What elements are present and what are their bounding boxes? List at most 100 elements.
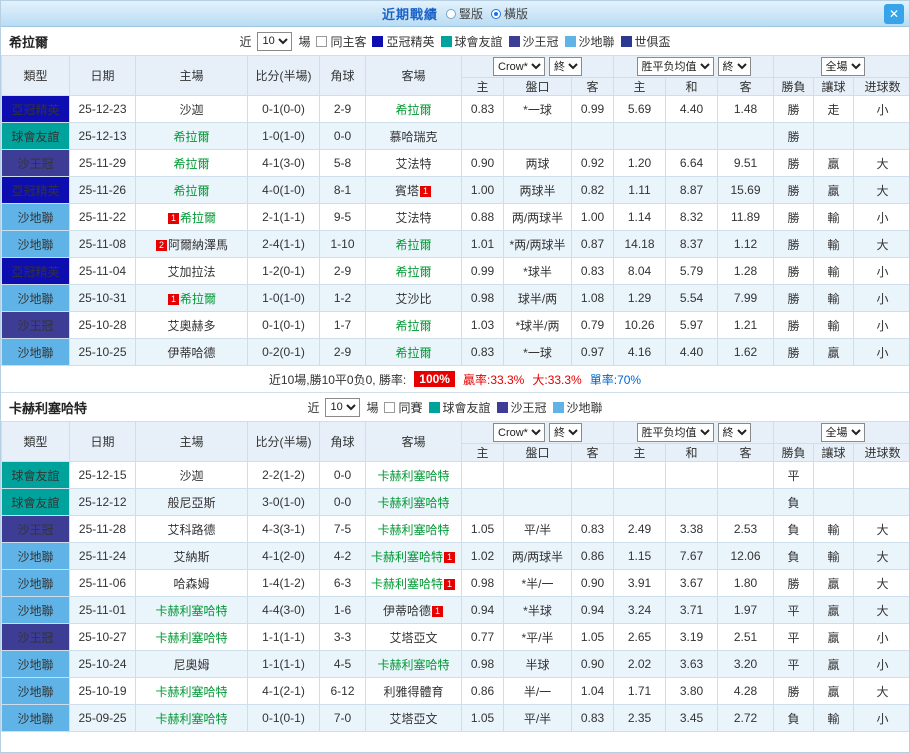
league-filter-checkbox[interactable]: 球會友誼 [441, 33, 503, 50]
odds-source-select[interactable]: Crow* [493, 423, 545, 442]
close-button[interactable]: ✕ [884, 4, 904, 24]
header-score: 比分(半場) [248, 422, 320, 462]
handicap-result-cell: 贏 [814, 624, 854, 651]
away-team-name: 卡赫利塞哈特 [371, 550, 443, 564]
odds-time-select[interactable]: 終 [549, 423, 582, 442]
subheader-goals-result: 进球数 [854, 78, 910, 96]
layout-horizontal-radio[interactable]: 橫版 [491, 5, 528, 22]
handicap-result-cell: 輸 [814, 543, 854, 570]
wdl-home-cell: 3.91 [614, 570, 666, 597]
home-team-cell: 卡赫利塞哈特 [136, 705, 248, 732]
league-filter-checkbox[interactable]: 沙王冠 [497, 399, 547, 416]
league-filter-label: 沙王冠 [523, 33, 559, 50]
wdl-away-cell [718, 489, 774, 516]
league-type-cell: 沙地聯 [2, 570, 70, 597]
handicap-cell [504, 123, 572, 150]
league-filter-label: 球會友誼 [455, 33, 503, 50]
date-cell: 25-12-12 [70, 489, 136, 516]
date-cell: 25-11-04 [70, 258, 136, 285]
home-team-cell: 般尼亞斯 [136, 489, 248, 516]
handicap-cell: *两/两球半 [504, 231, 572, 258]
odds-time-select[interactable]: 終 [549, 57, 582, 76]
wdl-draw-cell: 3.71 [666, 597, 718, 624]
wdl-away-cell: 1.12 [718, 231, 774, 258]
league-type-cell: 沙王冠 [2, 150, 70, 177]
layout-vertical-radio[interactable]: 豎版 [446, 5, 483, 22]
league-filter-checkbox[interactable]: 沙地聯 [565, 33, 615, 50]
header-wdl-group: 胜平负均值終 [614, 56, 774, 78]
result-cell: 負 [774, 543, 814, 570]
league-filter-checkbox[interactable]: 球會友誼 [429, 399, 491, 416]
wdl-draw-cell: 6.64 [666, 150, 718, 177]
odds-away-cell: 0.90 [572, 651, 614, 678]
date-cell: 25-10-25 [70, 339, 136, 366]
subheader-wdl-draw: 和 [666, 78, 718, 96]
match-row: 球會友誼25-12-12般尼亞斯3-0(1-0)0-0卡赫利塞哈特負 [2, 489, 910, 516]
home-team-cell: 艾加拉法 [136, 258, 248, 285]
filter-checkbox[interactable]: 同主客 [316, 33, 366, 50]
away-team-cell: 卡赫利塞哈特1 [366, 543, 462, 570]
subheader-handicap-result: 讓球 [814, 444, 854, 462]
scope-select[interactable]: 全場 [821, 423, 865, 442]
wdl-draw-cell: 8.32 [666, 204, 718, 231]
away-team-cell: 希拉爾 [366, 258, 462, 285]
league-type-cell: 球會友誼 [2, 489, 70, 516]
match-count-select[interactable]: 10 [257, 32, 292, 51]
home-team-name: 希拉爾 [173, 157, 209, 171]
match-count-select[interactable]: 10 [325, 398, 360, 417]
wdl-away-cell: 4.28 [718, 678, 774, 705]
away-team-name: 賓塔 [395, 184, 419, 198]
match-row: 沙地聯25-10-311希拉爾1-0(1-0)1-2艾沙比0.98球半/两1.0… [2, 285, 910, 312]
league-filter-checkbox[interactable]: 沙地聯 [553, 399, 603, 416]
league-filter-checkbox[interactable]: 沙王冠 [509, 33, 559, 50]
match-row: 球會友誼25-12-15沙迦2-2(1-2)0-0卡赫利塞哈特平 [2, 462, 910, 489]
vertical-layout-label: 豎版 [459, 5, 483, 22]
red-card-badge: 2 [156, 240, 167, 251]
odds-away-cell: 0.83 [572, 258, 614, 285]
handicap-result-cell: 輸 [814, 705, 854, 732]
red-card-badge: 1 [444, 579, 455, 590]
match-row: 亞冠精英25-11-26希拉爾4-0(1-0)8-1賓塔11.00两球半0.82… [2, 177, 910, 204]
scope-select[interactable]: 全場 [821, 57, 865, 76]
subheader-wdl-home: 主 [614, 444, 666, 462]
result-cell: 平 [774, 462, 814, 489]
wdl-away-cell: 2.53 [718, 516, 774, 543]
handicap-result-cell: 輸 [814, 231, 854, 258]
wdl-source-select[interactable]: 胜平负均值 [637, 423, 714, 442]
matches-label: 場 [298, 33, 310, 50]
league-filter-checkbox[interactable]: 世俱盃 [621, 33, 671, 50]
filter-checkbox[interactable]: 同賽 [384, 399, 422, 416]
goals-result-cell: 小 [854, 204, 910, 231]
away-team-cell: 賓塔1 [366, 177, 462, 204]
odds-away-cell: 0.87 [572, 231, 614, 258]
odds-home-cell: 1.05 [462, 705, 504, 732]
odds-home-cell: 1.02 [462, 543, 504, 570]
header-odds-group: Crow*終 [462, 56, 614, 78]
near-label: 近 [307, 399, 319, 416]
wdl-time-select[interactable]: 終 [718, 423, 751, 442]
away-team-cell: 卡赫利塞哈特 [366, 462, 462, 489]
wdl-time-select[interactable]: 終 [718, 57, 751, 76]
league-type-cell: 沙地聯 [2, 678, 70, 705]
score-cell: 1-0(1-0) [248, 123, 320, 150]
league-filter-checkbox[interactable]: 亞冠精英 [372, 33, 434, 50]
win-rate-badge: 100% [414, 371, 455, 387]
wdl-draw-cell: 3.67 [666, 570, 718, 597]
odds-source-select[interactable]: Crow* [493, 57, 545, 76]
subheader-odds-handicap: 盤口 [504, 444, 572, 462]
wdl-source-select[interactable]: 胜平负均值 [637, 57, 714, 76]
header-score: 比分(半場) [248, 56, 320, 96]
header-date: 日期 [70, 422, 136, 462]
home-team-cell: 希拉爾 [136, 123, 248, 150]
score-cell: 0-2(0-1) [248, 339, 320, 366]
result-cell: 平 [774, 597, 814, 624]
away-team-cell: 卡赫利塞哈特 [366, 516, 462, 543]
subheader-handicap-result: 讓球 [814, 78, 854, 96]
date-cell: 25-10-19 [70, 678, 136, 705]
league-type-cell: 亞冠精英 [2, 258, 70, 285]
home-team-name: 艾科路德 [167, 523, 215, 537]
home-team-name: 卡赫利塞哈特 [155, 712, 227, 726]
league-filter-label: 沙王冠 [511, 399, 547, 416]
result-cell: 勝 [774, 96, 814, 123]
goals-result-cell: 大 [854, 543, 910, 570]
